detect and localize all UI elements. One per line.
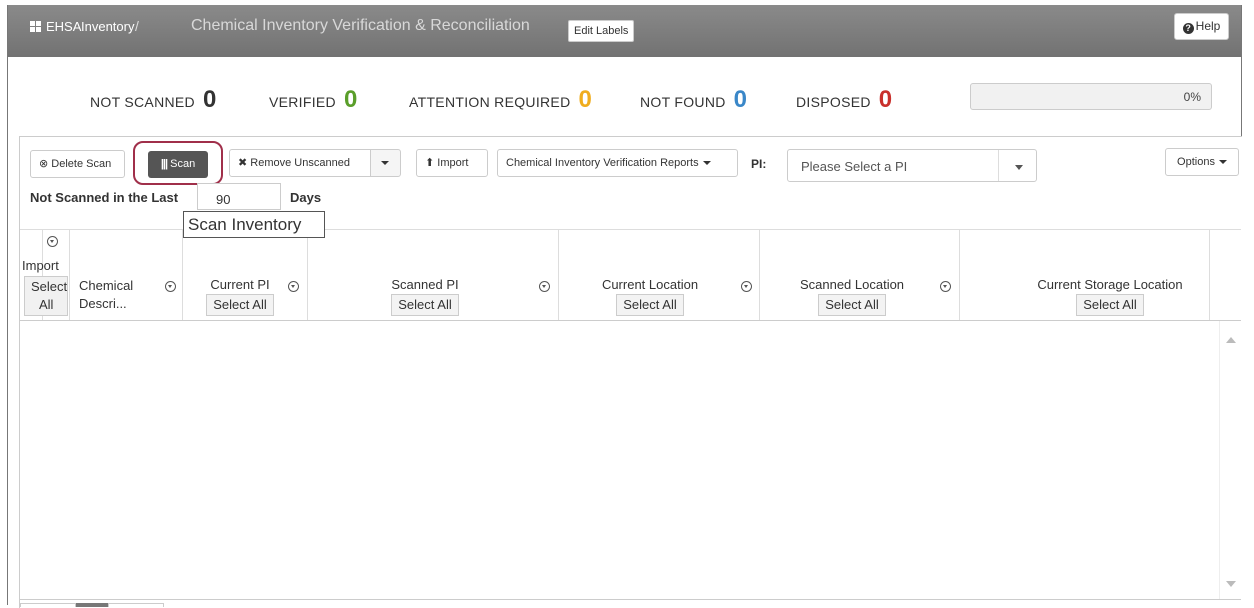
remove-unscanned-dropdown[interactable] [370,149,401,177]
current-pi-title: Current PI [210,277,270,292]
edit-labels-button[interactable]: Edit Labels [568,20,635,42]
current-storage-location-select-all[interactable]: Select All [1076,294,1144,316]
help-label: Help [1195,19,1221,33]
current-storage-location-column: Current Storage Location Select All [1020,277,1200,316]
pager-segment[interactable] [108,603,164,607]
import-label: Import [437,157,469,169]
chevron-down-icon [1015,165,1023,170]
chemical-column-title-line2: Descri... [79,296,127,311]
scan-label: Scan [170,158,196,170]
verification-reports-label: Chemical Inventory Verification Reports [506,157,699,169]
column-divider [182,230,183,320]
scan-button[interactable]: ||| Scan [148,151,208,178]
current-location-title: Current Location [601,277,699,292]
stat-disposed: DISPOSED 0 [796,86,892,114]
current-location-column: Current Location Select All [590,277,710,316]
stat-not-found-label: NOT FOUND [640,94,726,110]
arrow-circle-up-icon: ⬆ [425,157,435,169]
stat-attention-value: 0 [578,86,592,113]
filter-icon[interactable] [165,281,176,292]
progress-bar: 0% [970,83,1212,110]
verification-reports-dropdown[interactable]: Chemical Inventory Verification Reports [497,149,738,177]
filter-icon[interactable] [741,281,752,292]
scanned-pi-title: Scanned PI [391,277,459,292]
progress-text: 0% [1183,90,1201,104]
filter-icon[interactable] [940,281,951,292]
breadcrumb-separator: / [135,18,139,34]
column-divider [307,230,308,320]
scroll-down-icon[interactable] [1226,581,1236,587]
import-column-title: Import [22,258,59,273]
caret-down-icon [702,161,711,166]
options-dropdown[interactable]: Options [1165,148,1239,176]
remove-unscanned-label: Remove Unscanned [250,157,350,169]
remove-unscanned-button[interactable]: ✖ Remove Unscanned [229,149,371,177]
filter-icon[interactable] [47,236,58,247]
pi-select-divider [998,150,999,181]
scroll-up-icon[interactable] [1226,337,1236,343]
column-divider [69,230,70,320]
stat-not-scanned-label: NOT SCANNED [90,94,195,110]
delete-scan-button[interactable]: ⊗ Delete Scan [30,150,125,178]
stat-verified: VERIFIED 0 [269,86,357,114]
current-location-select-all[interactable]: Select All [616,294,684,316]
question-circle-icon: ? [1182,23,1194,34]
times-circle-icon: ⊗ [39,158,49,170]
import-select-label: Select [31,279,68,294]
brand-label: EHSA [46,19,82,34]
current-pi-select-all[interactable]: Select All [206,294,274,316]
pi-select-placeholder: Please Select a PI [801,159,908,174]
stat-not-found: NOT FOUND 0 [640,86,747,114]
stat-disposed-label: DISPOSED [796,94,871,110]
breadcrumb-inventory[interactable]: Inventory [81,19,134,34]
stat-verified-label: VERIFIED [269,94,336,110]
column-divider [1209,230,1210,320]
days-suffix: Days [290,190,322,205]
chemical-column-title-line1: Chemical [79,278,134,293]
stat-attention-label: ATTENTION REQUIRED [409,94,571,110]
barcode-icon: ||| [160,158,168,170]
caret-down-icon [1218,160,1227,165]
stat-not-scanned-value: 0 [202,86,217,113]
grid-header: Import Select All Chemical Descri... Cur… [20,229,1241,321]
scanned-location-column: Scanned Location Select All [787,277,917,316]
scanned-pi-select-all[interactable]: Select All [391,294,459,316]
stat-disposed-value: 0 [878,86,893,113]
scan-tooltip: Scan Inventory [183,211,325,238]
filter-icon[interactable] [539,281,550,292]
not-scanned-days-label: Not Scanned in the Last [30,190,179,205]
filter-icon[interactable] [288,281,299,292]
stat-not-found-value: 0 [733,86,748,113]
column-divider [558,230,559,320]
caret-down-icon [381,161,389,166]
apps-grid-icon [30,21,41,32]
brand-link[interactable]: EHSA [30,19,81,34]
stat-attention-required: ATTENTION REQUIRED 0 [409,86,592,114]
stat-not-scanned: NOT SCANNED 0 [90,86,216,114]
grid-vertical-scrollbar[interactable] [1219,321,1242,599]
pager-segment[interactable] [20,603,76,607]
scanned-location-select-all[interactable]: Select All [818,294,886,316]
pager-segment-active[interactable] [76,603,108,607]
import-select-all-button[interactable]: Select All [24,276,68,316]
column-divider [759,230,760,320]
help-button[interactable]: ? Help [1174,13,1229,40]
current-pi-column: Current PI Select All [200,277,280,316]
stat-verified-value: 0 [343,86,358,113]
grid-bottom-border [19,599,1241,600]
delete-scan-label: Delete Scan [51,158,112,170]
times-icon: ✖ [238,157,248,169]
import-all-label: All [39,297,54,312]
current-storage-location-title: Current Storage Location [1037,277,1183,292]
import-button[interactable]: ⬆ Import [416,149,488,177]
scanned-location-title: Scanned Location [799,277,905,292]
page-title: Chemical Inventory Verification & Reconc… [191,17,530,34]
pi-label: PI: [751,157,767,171]
options-label: Options [1177,156,1215,168]
scanned-pi-column: Scanned PI Select All [380,277,470,316]
days-input[interactable]: 90 [197,183,281,210]
column-divider [959,230,960,320]
pi-select[interactable]: Please Select a PI [787,149,1037,182]
